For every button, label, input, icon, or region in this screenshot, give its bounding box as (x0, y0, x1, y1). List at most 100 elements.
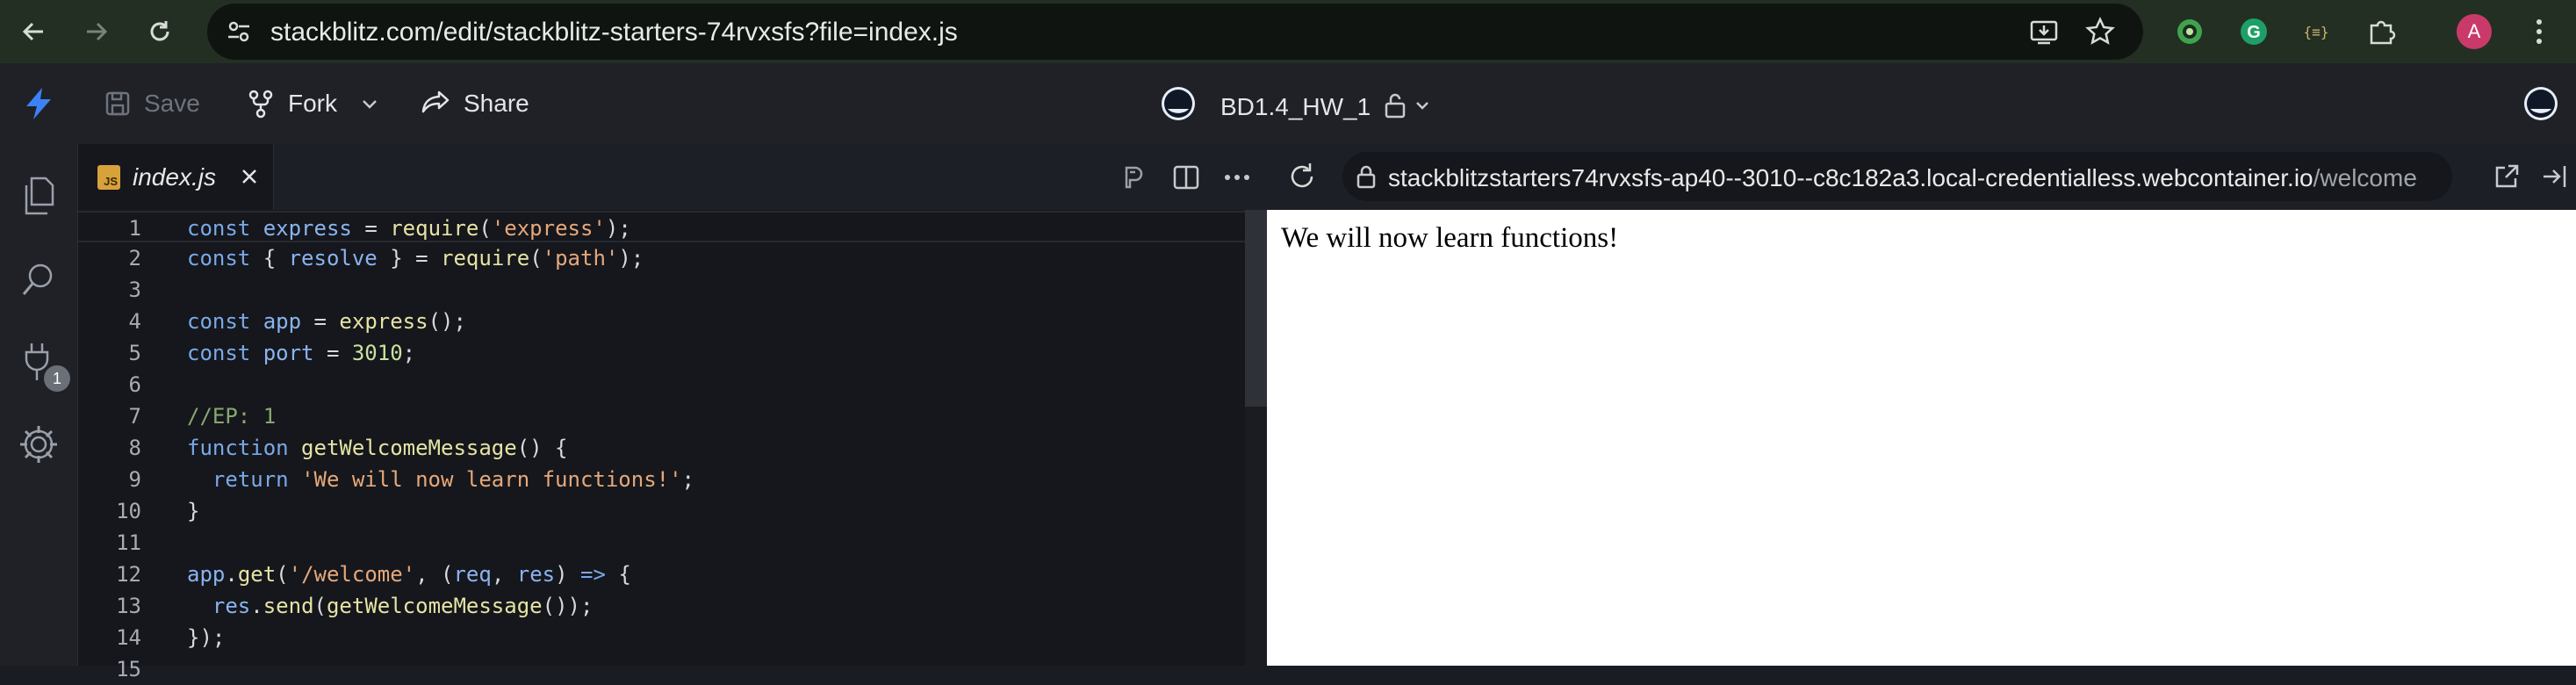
avatar-icon (2524, 87, 2558, 120)
preview-message: We will now learn functions! (1281, 222, 1619, 254)
grammarly-icon[interactable]: G (2234, 12, 2273, 51)
prettier-button[interactable] (1116, 160, 1151, 195)
fork-label: Fork (288, 90, 337, 117)
external-link-icon (2495, 164, 2519, 188)
save-icon (105, 91, 130, 116)
browser-menu-button[interactable] (2520, 12, 2558, 51)
fork-dropdown-button[interactable] (360, 84, 379, 123)
avatar-icon (1162, 87, 1195, 120)
preview-url-bar[interactable]: stackblitzstarters74rvxsfs-ap40--3010--c… (1342, 152, 2452, 201)
line-number: 7 (128, 404, 141, 429)
code-line[interactable]: 9 return 'We will now learn functions!'; (78, 464, 1246, 495)
code-line[interactable]: 8 function getWelcomeMessage() { (78, 432, 1246, 464)
profile-avatar[interactable]: A (2455, 12, 2493, 51)
code-text: }); (187, 625, 226, 650)
code-text: app.get('/welcome', (req, res) => { (187, 562, 631, 587)
circle-extension-icon[interactable] (2170, 12, 2209, 51)
reload-icon (150, 21, 169, 41)
code-text: const app = express(); (187, 309, 466, 334)
site-settings-icon[interactable] (219, 12, 258, 51)
code-line[interactable]: 3 (78, 274, 1246, 306)
json-extension-icon[interactable]: {≡} (2297, 12, 2335, 51)
back-button[interactable] (14, 12, 53, 51)
line-number: 6 (128, 372, 141, 397)
preview-pane[interactable]: We will now learn functions! (1267, 210, 2576, 666)
close-tab-button[interactable] (236, 163, 263, 190)
code-line[interactable]: 2 const { resolve } = require('path'); (78, 242, 1246, 274)
line-number: 9 (128, 467, 141, 492)
editor-tab-bar: JS index.js (78, 144, 1267, 210)
project-name[interactable]: BD1.4_HW_1 (1220, 93, 1371, 121)
user-avatar[interactable] (2522, 84, 2560, 123)
line-number: 13 (116, 594, 141, 618)
code-editor[interactable]: 1 const express = require('express'); 2 con… (78, 210, 1267, 681)
code-text: function getWelcomeMessage() { (187, 436, 568, 460)
code-text: res.send(getWelcomeMessage()); (212, 594, 594, 618)
code-text: const port = 3010; (187, 341, 416, 365)
search-button[interactable] (12, 253, 65, 306)
collapse-panel-icon (2544, 166, 2566, 187)
code-line[interactable]: 4 const app = express(); (78, 306, 1246, 337)
install-app-icon[interactable] (2026, 14, 2062, 49)
address-url[interactable]: stackblitz.com/edit/stackblitz-starters-… (270, 18, 958, 47)
code-line[interactable]: 12 app.get('/welcome', (req, res) => { (78, 559, 1246, 590)
line-number: 4 (128, 309, 141, 334)
format-icon (1125, 166, 1143, 189)
svg-text:{≡}: {≡} (2304, 24, 2329, 40)
forward-button[interactable] (77, 12, 116, 51)
lock-icon (1356, 165, 1376, 189)
more-actions-button[interactable] (1220, 160, 1255, 195)
line-number: 2 (128, 246, 141, 270)
code-line[interactable]: 6 (78, 369, 1246, 400)
address-bar[interactable]: stackblitz.com/edit/stackblitz-starters-… (207, 4, 2143, 60)
stackblitz-bolt-icon[interactable] (19, 84, 58, 123)
share-icon (421, 90, 450, 113)
bookmark-star-icon[interactable] (2083, 14, 2118, 49)
preview-url[interactable]: stackblitzstarters74rvxsfs-ap40--3010--c… (1388, 164, 2417, 192)
save-button[interactable]: Save (104, 84, 200, 123)
share-label: Share (464, 90, 529, 117)
tab-index-js[interactable]: JS index.js (78, 144, 274, 210)
preview-reload-button[interactable] (1284, 159, 1320, 194)
preview-toolbar: stackblitzstarters74rvxsfs-ap40--3010--c… (1267, 144, 2576, 210)
reload-button[interactable] (140, 12, 179, 51)
code-line[interactable]: 1 const express = require('express'); (78, 211, 1246, 242)
code-line[interactable]: 15 (78, 653, 1246, 685)
fork-icon (248, 90, 273, 119)
close-icon (242, 169, 256, 184)
open-in-new-window-button[interactable] (2489, 159, 2524, 194)
visibility-toggle[interactable] (1382, 88, 1443, 123)
save-label: Save (144, 90, 200, 117)
tab-label: index.js (133, 163, 216, 191)
share-button[interactable]: Share (420, 84, 529, 123)
ellipsis-icon (1225, 175, 1249, 180)
browser-toolbar: stackblitz.com/edit/stackblitz-starters-… (0, 0, 2576, 63)
project-avatar[interactable] (1159, 84, 1198, 123)
files-icon (25, 177, 54, 215)
line-number: 8 (128, 436, 141, 460)
extensions-badge: 1 (44, 365, 70, 392)
code-line[interactable]: 14}); (78, 622, 1246, 653)
files-button[interactable] (12, 170, 65, 223)
code-line[interactable]: 13 res.send(getWelcomeMessage()); (78, 590, 1246, 622)
line-number: 10 (116, 499, 141, 523)
javascript-file-icon: JS (97, 165, 120, 190)
code-line[interactable]: 5 const port = 3010; (78, 337, 1246, 369)
code-line[interactable]: 10} (78, 495, 1246, 527)
split-editor-button[interactable] (1169, 160, 1204, 195)
line-number: 12 (116, 562, 141, 587)
code-line[interactable]: 7 //EP: 1 (78, 400, 1246, 432)
code-line[interactable]: 11 (78, 527, 1246, 559)
chevron-down-icon (1416, 102, 1428, 110)
svg-text:G: G (2247, 23, 2261, 42)
avatar: A (2457, 14, 2492, 49)
line-number: 15 (116, 657, 141, 681)
settings-button[interactable] (12, 418, 65, 471)
code-text: const { resolve } = require('path'); (187, 246, 644, 270)
editor-scrollbar[interactable] (1245, 210, 1267, 666)
fork-button[interactable]: Fork (246, 84, 337, 123)
puzzle-icon[interactable] (2362, 12, 2400, 51)
close-preview-button[interactable] (2536, 159, 2572, 194)
scrollbar-thumb[interactable] (1245, 210, 1267, 407)
code-text: } (187, 499, 200, 523)
